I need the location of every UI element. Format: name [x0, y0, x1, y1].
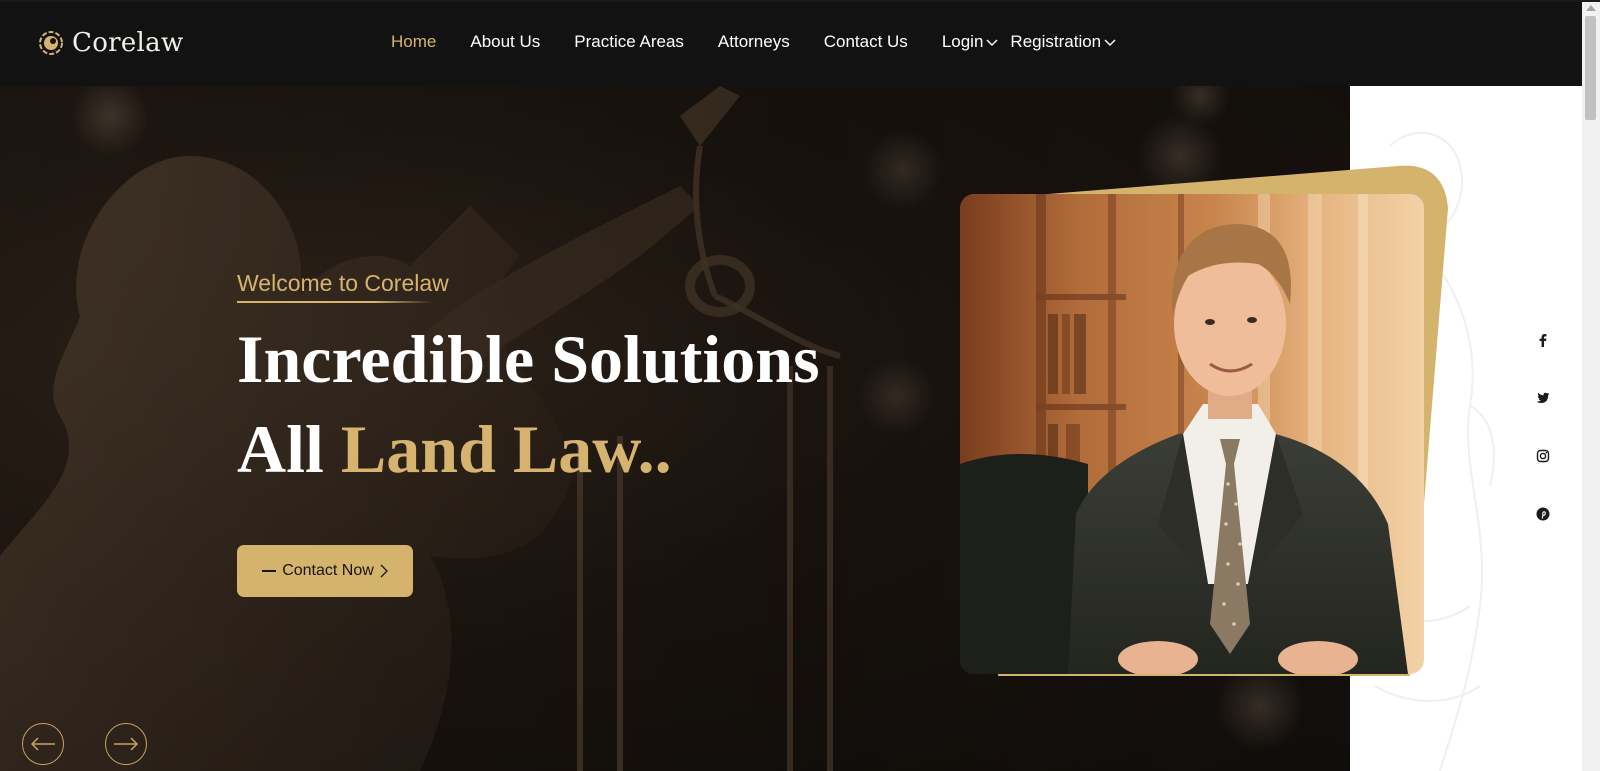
instagram-icon: [1536, 449, 1550, 463]
headline-line-1: Incredible Solutions: [237, 321, 820, 397]
arrow-left-icon: [30, 737, 55, 751]
instagram-link[interactable]: [1533, 446, 1553, 466]
nav-registration[interactable]: Registration: [1010, 32, 1116, 52]
brand-name: Corelaw: [72, 28, 184, 58]
main-nav: Home About Us Practice Areas Attorneys C…: [391, 32, 1128, 52]
chevron-down-icon: [1104, 39, 1116, 46]
browser-top-strip: [0, 0, 1600, 2]
dash-icon: [262, 570, 277, 572]
attorney-portrait: [958, 164, 1452, 676]
hero-headline: Incredible Solutions All Land Law..: [237, 314, 937, 494]
attorney-photo: [960, 165, 1448, 676]
arrow-right-icon: [114, 737, 139, 751]
headline-line-2-white: All: [237, 411, 324, 487]
facebook-icon: [1539, 334, 1547, 347]
site-header: Corelaw Home About Us Practice Areas Att…: [0, 2, 1582, 86]
chevron-down-icon: [986, 39, 998, 46]
pinterest-link[interactable]: [1533, 504, 1553, 524]
nav-home[interactable]: Home: [391, 32, 436, 52]
nav-practice-areas[interactable]: Practice Areas: [574, 32, 684, 52]
headline-line-2-gold: Land Law..: [340, 411, 672, 487]
brand-logo[interactable]: Corelaw: [38, 28, 184, 58]
nav-registration-label: Registration: [1010, 32, 1102, 51]
slider-next-button[interactable]: [105, 723, 147, 765]
nav-attorneys[interactable]: Attorneys: [718, 32, 790, 52]
nav-about-us[interactable]: About Us: [470, 32, 540, 52]
page: Corelaw Home About Us Practice Areas Att…: [0, 0, 1600, 771]
twitter-link[interactable]: [1533, 388, 1553, 408]
twitter-icon: [1536, 392, 1550, 403]
hero-eyebrow: Welcome to Corelaw: [237, 270, 449, 296]
chevron-right-icon: [380, 564, 388, 578]
social-links: [1533, 330, 1553, 562]
brand-logo-icon: [39, 31, 63, 55]
nav-contact-us[interactable]: Contact Us: [824, 32, 908, 52]
nav-login[interactable]: Login: [942, 32, 999, 52]
scroll-up-arrow-icon[interactable]: [1586, 5, 1596, 11]
slider-prev-button[interactable]: [22, 723, 64, 765]
scrollbar-thumb[interactable]: [1585, 16, 1596, 120]
contact-now-button[interactable]: Contact Now: [237, 545, 413, 597]
nav-login-label: Login: [941, 32, 984, 51]
pinterest-icon: [1536, 507, 1550, 521]
contact-now-label: Contact Now: [282, 562, 374, 579]
eyebrow-underline: [237, 301, 433, 303]
facebook-link[interactable]: [1533, 330, 1553, 350]
